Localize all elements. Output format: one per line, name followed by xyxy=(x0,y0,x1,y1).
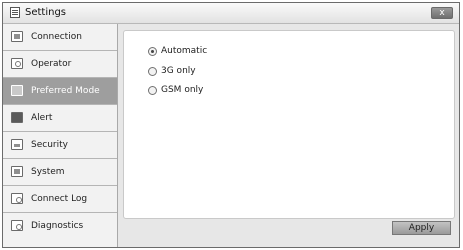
sidebar-item-system[interactable]: System xyxy=(3,159,117,186)
operator-icon xyxy=(11,58,23,69)
radio-label: Automatic xyxy=(161,46,208,56)
sidebar-item-label: Security xyxy=(31,140,68,150)
close-button[interactable]: x xyxy=(431,7,453,19)
radio-label: 3G only xyxy=(161,66,196,76)
sidebar-item-label: System xyxy=(31,167,65,177)
window-title: Settings xyxy=(25,7,67,18)
sidebar-item-alert[interactable]: Alert xyxy=(3,105,117,132)
settings-app-icon xyxy=(10,7,20,18)
settings-sidebar: Connection Operator Preferred Mode Alert… xyxy=(3,24,118,247)
title-bar: Settings x xyxy=(3,3,459,24)
lock-icon xyxy=(11,139,23,150)
sidebar-item-label: Preferred Mode xyxy=(31,86,100,96)
sidebar-item-label: Alert xyxy=(31,113,53,123)
sidebar-item-label: Connect Log xyxy=(31,194,88,204)
sidebar-item-label: Operator xyxy=(31,59,72,69)
sidebar-item-operator[interactable]: Operator xyxy=(3,51,117,78)
speaker-icon xyxy=(11,112,23,123)
sidebar-item-connection[interactable]: Connection xyxy=(3,24,117,51)
settings-window: Settings x Connection Operator Preferred… xyxy=(2,2,460,248)
sidebar-item-security[interactable]: Security xyxy=(3,132,117,159)
connection-icon xyxy=(11,31,23,42)
log-icon xyxy=(11,193,23,204)
radio-button[interactable] xyxy=(148,67,157,76)
diagnostics-icon xyxy=(11,220,23,231)
radio-button[interactable] xyxy=(148,47,157,56)
sidebar-item-diagnostics[interactable]: Diagnostics xyxy=(3,213,117,240)
sidebar-item-connect-log[interactable]: Connect Log xyxy=(3,186,117,213)
radio-label: GSM only xyxy=(161,85,204,95)
radio-button[interactable] xyxy=(148,86,157,95)
apply-button[interactable]: Apply xyxy=(392,221,451,235)
preferred-mode-icon xyxy=(11,85,23,96)
sidebar-item-label: Diagnostics xyxy=(31,221,84,231)
preferred-mode-panel: Automatic 3G only GSM only xyxy=(123,30,455,219)
close-icon: x xyxy=(439,8,445,18)
sidebar-item-preferred-mode[interactable]: Preferred Mode xyxy=(3,78,117,105)
system-icon xyxy=(11,166,23,177)
sidebar-item-label: Connection xyxy=(31,32,82,42)
